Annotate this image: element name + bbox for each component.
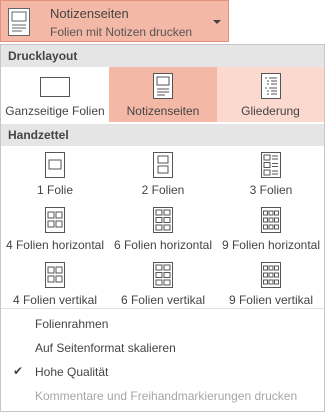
option-label: Kommentare und Freihandmarkierungen druc… [35,389,298,403]
layout-label: Notizenseiten [126,104,200,118]
handout-label: 6 Folien horizontal [113,238,213,252]
handout-label: 2 Folien [141,183,185,197]
handout-label: 9 Folien vertikal [228,293,314,307]
handout-label: 6 Folien vertikal [120,293,206,307]
handout-2-icon [153,152,173,178]
handout-1-icon [45,152,65,178]
layout-notes-pages[interactable]: Notizenseiten [109,67,217,122]
handout-3-slides[interactable]: 3 Folien [217,147,325,201]
handout-6v-icon [153,262,173,288]
handout-label: 4 Folien horizontal [5,238,105,252]
handout-6-vertical[interactable]: 6 Folien vertikal [109,257,217,311]
handout-1-slide[interactable]: 1 Folie [1,147,109,201]
notes-page-icon [8,8,30,36]
handout-label: 1 Folie [36,183,74,197]
layout-label: Gliederung [241,104,300,118]
section-title: Handzettel [8,128,69,142]
layout-label: Ganzseitige Folien [5,104,105,118]
dropdown-subtitle: Folien mit Notizen drucken [50,25,193,39]
handout-label: 9 Folien horizontal [221,238,321,252]
full-page-slide-icon [40,77,70,97]
outline-icon [260,73,281,99]
option-label: Hohe Qualität [35,365,109,379]
option-label: Folienrahmen [35,317,109,331]
option-label: Auf Seitenformat skalieren [35,341,176,355]
notes-page-icon [153,73,173,99]
handout-3-icon [261,152,281,178]
layout-outline[interactable]: Gliederung [217,67,324,122]
option-high-quality[interactable]: ✔ Hohe Qualität [1,361,324,383]
handout-4h-icon [45,207,65,233]
dropdown-title: Notizenseiten [50,6,129,21]
section-title: Drucklayout [8,49,78,63]
handout-6h-icon [153,207,173,233]
section-header-print-layout: Drucklayout [1,45,324,67]
handout-9-horizontal[interactable]: 9 Folien horizontal [217,202,325,256]
handout-6-horizontal[interactable]: 6 Folien horizontal [109,202,217,256]
checkmark-icon: ✔ [13,364,24,378]
handout-label: 4 Folien vertikal [12,293,98,307]
handout-label: 3 Folien [249,183,293,197]
layout-full-page-slides[interactable]: Ganzseitige Folien [1,67,109,122]
option-scale-to-fit[interactable]: Auf Seitenformat skalieren [1,337,324,359]
print-layout-dropdown[interactable]: Notizenseiten Folien mit Notizen drucken [0,0,229,42]
handout-4-horizontal[interactable]: 4 Folien horizontal [1,202,109,256]
handout-4v-icon [45,262,65,288]
handout-9v-icon [261,262,281,288]
option-slide-frames[interactable]: Folienrahmen [1,313,324,335]
divider [1,308,324,309]
option-print-comments: Kommentare und Freihandmarkierungen druc… [1,385,324,407]
handout-4-vertical[interactable]: 4 Folien vertikal [1,257,109,311]
handout-2-slides[interactable]: 2 Folien [109,147,217,201]
handout-9h-icon [261,207,281,233]
section-header-handouts: Handzettel [1,124,324,146]
handout-9-vertical[interactable]: 9 Folien vertikal [217,257,325,311]
chevron-down-icon [213,20,221,24]
print-layout-menu: Drucklayout Ganzseitige Folien Notizense… [0,44,325,412]
